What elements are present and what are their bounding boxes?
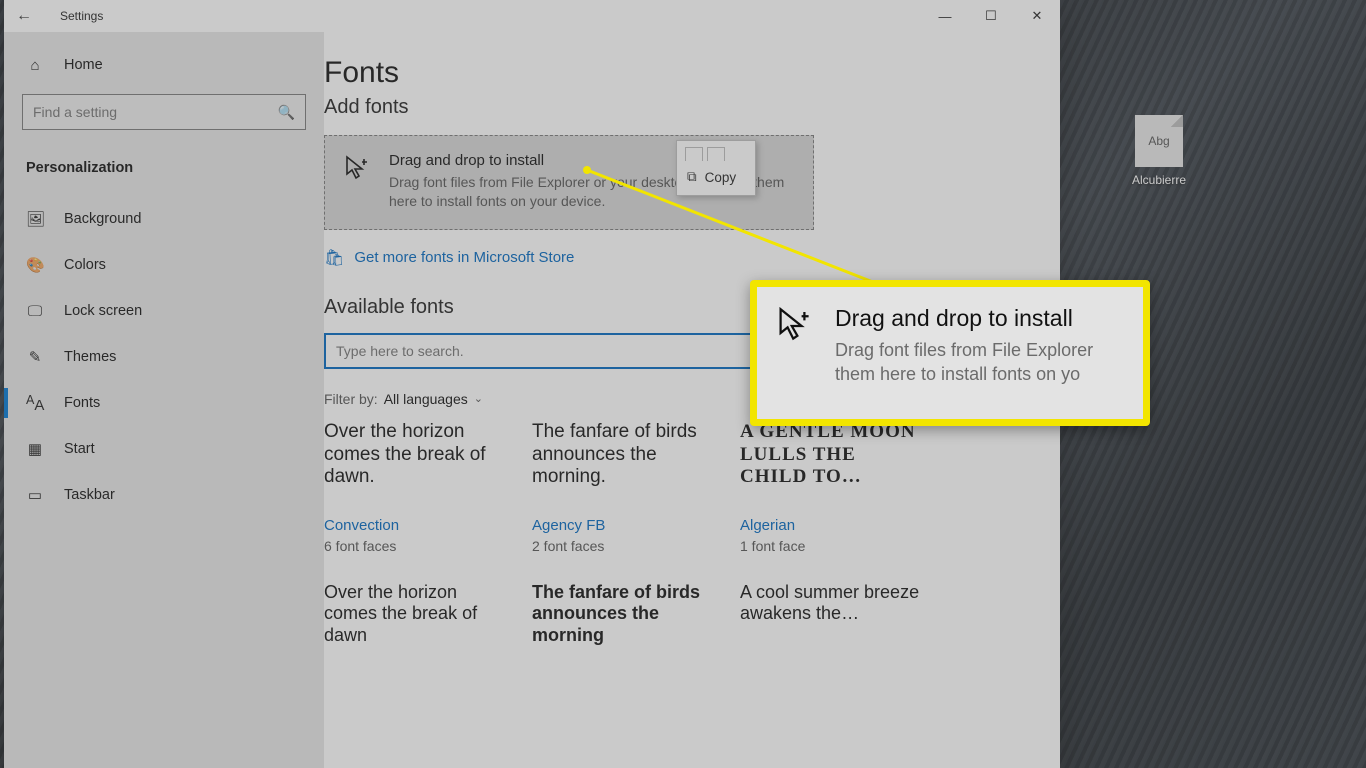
- sidebar-item-label: Start: [64, 441, 95, 457]
- maximize-button[interactable]: ☐: [968, 0, 1014, 32]
- font-grid-row1: Over the horizon comes the break of dawn…: [324, 421, 964, 554]
- font-faces: 6 font faces: [324, 538, 504, 554]
- font-card[interactable]: The fanfare of birds announces the morni…: [532, 582, 712, 668]
- start-icon: ▦: [26, 440, 44, 458]
- sidebar-home[interactable]: ⌂ Home: [4, 42, 324, 88]
- font-sample: The fanfare of birds announces the morni…: [532, 582, 712, 668]
- sidebar-item-themes[interactable]: ✎ Themes: [4, 334, 324, 380]
- sidebar-item-label: Taskbar: [64, 487, 115, 503]
- font-sample: Over the horizon comes the break of dawn: [324, 582, 504, 668]
- drag-copy-popup: ⧉ Copy: [676, 140, 756, 196]
- add-fonts-heading: Add fonts: [324, 96, 1032, 119]
- close-button[interactable]: ✕: [1014, 0, 1060, 32]
- sidebar-item-label: Themes: [64, 349, 116, 365]
- sidebar: ⌂ Home 🔍 Personalization 🖼 Background 🎨 …: [4, 32, 324, 768]
- sidebar-item-label: Fonts: [64, 395, 100, 411]
- pointer-drop-icon: [343, 154, 373, 191]
- taskbar-icon: ▭: [26, 486, 44, 504]
- font-name: Algerian: [740, 517, 920, 534]
- filter-value: All languages: [384, 391, 468, 407]
- sidebar-item-start[interactable]: ▦ Start: [4, 426, 324, 472]
- font-card[interactable]: A cool summer breeze awakens the…: [740, 582, 920, 668]
- font-card[interactable]: Over the horizon comes the break of dawn: [324, 582, 504, 668]
- callout-title: Drag and drop to install: [835, 305, 1093, 332]
- sidebar-item-taskbar[interactable]: ▭ Taskbar: [4, 472, 324, 518]
- lock-icon: 🖵: [26, 303, 44, 320]
- search-input[interactable]: [33, 104, 278, 120]
- sidebar-item-colors[interactable]: 🎨 Colors: [4, 242, 324, 288]
- sidebar-item-label: Lock screen: [64, 303, 142, 319]
- sidebar-item-lockscreen[interactable]: 🖵 Lock screen: [4, 288, 324, 334]
- search-icon: 🔍: [278, 104, 295, 121]
- callout-highlight: Drag and drop to install Drag font files…: [750, 280, 1150, 426]
- desktop-font-file[interactable]: Abg Alcubierre: [1127, 115, 1191, 187]
- sidebar-category: Personalization: [4, 148, 324, 188]
- store-link[interactable]: 🛍 Get more fonts in Microsoft Store: [324, 248, 1032, 268]
- font-card[interactable]: Over the horizon comes the break of dawn…: [324, 421, 504, 554]
- filter-label: Filter by:: [324, 391, 378, 407]
- themes-icon: ✎: [26, 348, 44, 366]
- image-icon: 🖼: [26, 210, 44, 228]
- minimize-button[interactable]: —: [922, 0, 968, 32]
- sidebar-search[interactable]: 🔍: [22, 94, 306, 130]
- callout-sub2: them here to install fonts on yo: [835, 362, 1093, 386]
- font-file-label: Alcubierre: [1127, 173, 1191, 187]
- sidebar-item-label: Home: [64, 57, 103, 73]
- back-button[interactable]: ←: [16, 7, 40, 25]
- titlebar: ← Settings — ☐ ✕: [4, 0, 1060, 32]
- callout-sub1: Drag font files from File Explorer: [835, 338, 1093, 362]
- palette-icon: 🎨: [26, 256, 44, 274]
- sidebar-item-background[interactable]: 🖼 Background: [4, 196, 324, 242]
- page-title: Fonts: [324, 56, 1032, 90]
- font-file-icon: Abg: [1135, 115, 1183, 167]
- font-faces: 2 font faces: [532, 538, 712, 554]
- sidebar-item-label: Colors: [64, 257, 106, 273]
- sidebar-item-fonts[interactable]: AA Fonts: [4, 380, 324, 426]
- home-icon: ⌂: [26, 57, 44, 74]
- font-grid-row2: Over the horizon comes the break of dawn…: [324, 582, 964, 668]
- font-faces: 1 font face: [740, 538, 920, 554]
- font-card[interactable]: A GENTLE MOON LULLS THE CHILD TO… Algeria…: [740, 421, 920, 554]
- sidebar-item-label: Background: [64, 211, 141, 227]
- font-sample: Over the horizon comes the break of dawn…: [324, 421, 504, 507]
- chevron-down-icon: ⌄: [474, 392, 483, 405]
- font-card[interactable]: The fanfare of birds announces the morni…: [532, 421, 712, 554]
- font-sample: A GENTLE MOON LULLS THE CHILD TO…: [740, 421, 920, 507]
- font-sample: The fanfare of birds announces the morni…: [532, 421, 712, 507]
- store-icon: 🛍: [324, 248, 344, 268]
- pointer-drop-icon: [775, 305, 817, 403]
- font-name: Agency FB: [532, 517, 712, 534]
- fonts-icon: AA: [26, 393, 44, 414]
- font-name: Convection: [324, 517, 504, 534]
- window-title: Settings: [60, 9, 103, 23]
- font-sample: A cool summer breeze awakens the…: [740, 582, 920, 668]
- copy-label: Copy: [705, 170, 737, 185]
- copy-icon: ⧉: [687, 169, 697, 185]
- store-link-label: Get more fonts in Microsoft Store: [354, 249, 574, 266]
